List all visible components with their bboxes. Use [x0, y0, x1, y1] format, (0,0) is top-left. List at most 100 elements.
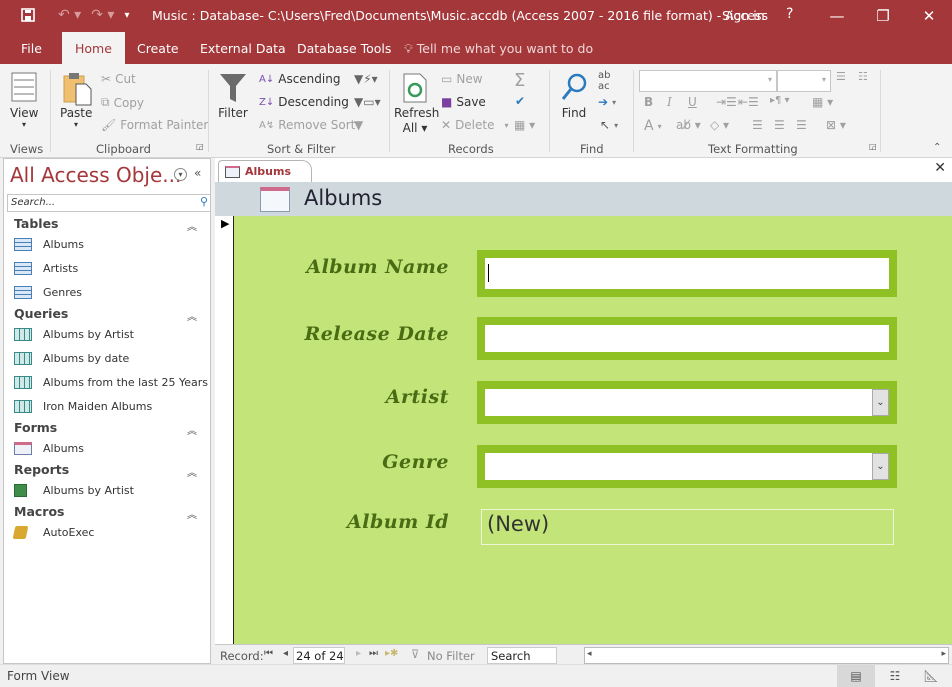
- chevron-down-icon[interactable]: ⌄: [872, 389, 889, 416]
- tell-me-box[interactable]: 💡︎ Tell me what you want to do: [404, 32, 593, 64]
- nav-table-genres[interactable]: Genres: [14, 286, 82, 299]
- first-record-icon[interactable]: ⏮: [264, 648, 273, 659]
- tab-file[interactable]: File: [21, 32, 42, 64]
- paragraph-direction-button[interactable]: ▸¶ ▾: [770, 95, 790, 106]
- copy-button[interactable]: ⧉ Copy: [101, 95, 144, 110]
- record-selector[interactable]: ▶: [215, 216, 234, 644]
- scroll-right-icon[interactable]: ▸: [941, 649, 946, 659]
- nav-table-albums[interactable]: Albums: [14, 238, 84, 251]
- design-view-button[interactable]: 📐︎: [920, 665, 942, 687]
- collapse-ribbon-icon[interactable]: ⌃: [933, 142, 941, 153]
- align-center-button[interactable]: ☰: [774, 118, 785, 132]
- dialog-launcher-icon[interactable]: ◲: [196, 142, 204, 151]
- genre-combo[interactable]: ⌄: [477, 445, 897, 488]
- descending-button[interactable]: Z↓ Descending: [259, 95, 349, 109]
- nav-query-albums-by-date[interactable]: Albums by date: [14, 352, 129, 365]
- tab-create[interactable]: Create: [137, 32, 179, 64]
- more-records-button[interactable]: ▦ ▾: [514, 118, 535, 132]
- tab-external-data[interactable]: External Data: [200, 32, 286, 64]
- collapse-icon[interactable]: ︽: [187, 506, 197, 521]
- category-macros[interactable]: Macros ︽: [14, 504, 197, 521]
- align-right-button[interactable]: ☰: [796, 118, 807, 132]
- dialog-launcher-icon[interactable]: ◲: [869, 142, 877, 151]
- tab-home[interactable]: Home: [62, 32, 125, 64]
- delete-record-button[interactable]: ✕ Delete ▾: [441, 118, 509, 132]
- font-size-select[interactable]: ▾: [777, 70, 831, 92]
- horizontal-scrollbar[interactable]: ◂ ▸: [584, 647, 949, 664]
- gridlines-button[interactable]: ▦ ▾: [812, 95, 833, 109]
- save-record-button[interactable]: ■ Save: [441, 95, 486, 109]
- nav-query-iron-maiden-albums[interactable]: Iron Maiden Albums: [14, 400, 152, 413]
- album-name-field[interactable]: [477, 250, 897, 297]
- totals-button[interactable]: Σ: [514, 70, 525, 91]
- current-record-input[interactable]: 24 of 24: [293, 647, 345, 664]
- nav-table-artists[interactable]: Artists: [14, 262, 78, 275]
- category-tables[interactable]: Tables ︽: [14, 216, 197, 233]
- bullets-button[interactable]: ☰: [836, 70, 846, 83]
- help-button[interactable]: ?: [786, 6, 793, 22]
- nav-pane-title[interactable]: All Access Obje...: [10, 163, 181, 187]
- advanced-filter-button[interactable]: ▼▭▾: [354, 95, 381, 109]
- undo-icon[interactable]: ↶ ▾: [58, 7, 81, 23]
- artist-combo[interactable]: ⌄: [477, 381, 897, 424]
- record-search-input[interactable]: Search: [487, 647, 557, 664]
- restore-button[interactable]: ❐: [860, 0, 906, 32]
- previous-record-icon[interactable]: ◂: [283, 648, 288, 659]
- minimize-button[interactable]: —: [814, 0, 860, 32]
- last-record-icon[interactable]: ⏭: [369, 648, 378, 659]
- category-reports[interactable]: Reports ︽: [14, 462, 197, 479]
- nav-report-albums-by-artist[interactable]: Albums by Artist: [14, 484, 134, 497]
- save-icon[interactable]: [20, 7, 36, 23]
- selection-filter-button[interactable]: ▼⚡︎▾: [354, 72, 378, 86]
- nav-macro-autoexec[interactable]: AutoExec: [12, 526, 94, 539]
- collapse-icon[interactable]: ︽: [187, 218, 197, 233]
- category-forms[interactable]: Forms ︽: [14, 420, 197, 437]
- spelling-button[interactable]: ✔: [515, 94, 525, 108]
- scroll-left-icon[interactable]: ◂: [587, 649, 592, 659]
- collapse-pane-icon[interactable]: «: [194, 166, 201, 180]
- release-date-field[interactable]: [477, 317, 897, 360]
- toggle-filter-button[interactable]: ▼: [354, 118, 363, 132]
- collapse-icon[interactable]: ︽: [187, 422, 197, 437]
- collapse-icon[interactable]: ︽: [187, 308, 197, 323]
- font-color-button[interactable]: A ▾: [644, 118, 662, 134]
- increase-indent-button[interactable]: ⇥☰: [716, 95, 737, 109]
- nav-query-albums-last-25-years[interactable]: Albums from the last 25 Years: [14, 376, 208, 389]
- fill-color-button[interactable]: ◇ ▾: [710, 118, 729, 132]
- align-left-button[interactable]: ☰: [752, 118, 763, 132]
- new-record-button[interactable]: ▭ New: [441, 72, 483, 86]
- format-painter-button[interactable]: 🖌︎ Format Painter: [101, 118, 208, 132]
- remove-sort-button[interactable]: A↯ Remove Sort: [259, 118, 355, 132]
- nav-search-input[interactable]: Search... ⚲: [7, 194, 211, 212]
- customize-qat-icon[interactable]: ▾: [124, 10, 129, 21]
- replace-button[interactable]: ab ac: [598, 70, 610, 92]
- font-name-select[interactable]: ▾: [639, 70, 777, 92]
- category-queries[interactable]: Queries ︽: [14, 306, 197, 323]
- tab-database-tools[interactable]: Database Tools: [297, 32, 391, 64]
- close-document-icon[interactable]: ✕: [934, 160, 946, 176]
- sign-in-link[interactable]: Sign in: [722, 8, 765, 23]
- highlight-button[interactable]: ab̸ ▾: [676, 118, 701, 132]
- next-record-icon[interactable]: ▸: [356, 648, 361, 659]
- nav-form-albums[interactable]: Albums: [14, 442, 84, 455]
- layout-view-button[interactable]: ☷: [884, 665, 906, 687]
- bold-button[interactable]: B: [644, 95, 653, 109]
- redo-icon[interactable]: ↷ ▾: [91, 7, 114, 23]
- filter-status[interactable]: No Filter: [427, 649, 475, 663]
- cut-button[interactable]: ✂ Cut: [101, 72, 136, 86]
- ascending-button[interactable]: A↓ Ascending: [259, 72, 340, 86]
- go-to-button[interactable]: ➔ ▾: [598, 95, 616, 109]
- form-view-button[interactable]: ▤: [837, 665, 875, 687]
- underline-button[interactable]: U: [688, 95, 697, 109]
- document-tab-albums[interactable]: Albums: [218, 160, 312, 182]
- select-button[interactable]: ↖ ▾: [600, 118, 618, 132]
- chevron-down-icon[interactable]: ⌄: [872, 453, 889, 480]
- nav-menu-icon[interactable]: ▾: [174, 168, 187, 181]
- decrease-indent-button[interactable]: ⇤☰: [738, 95, 759, 109]
- nav-query-albums-by-artist[interactable]: Albums by Artist: [14, 328, 134, 341]
- italic-button[interactable]: I: [667, 95, 672, 109]
- numbering-button[interactable]: ☷: [858, 70, 868, 83]
- alt-row-color-button[interactable]: ⊠ ▾: [826, 118, 846, 132]
- album-id-field[interactable]: (New): [481, 509, 894, 545]
- search-icon[interactable]: ⚲: [200, 195, 208, 208]
